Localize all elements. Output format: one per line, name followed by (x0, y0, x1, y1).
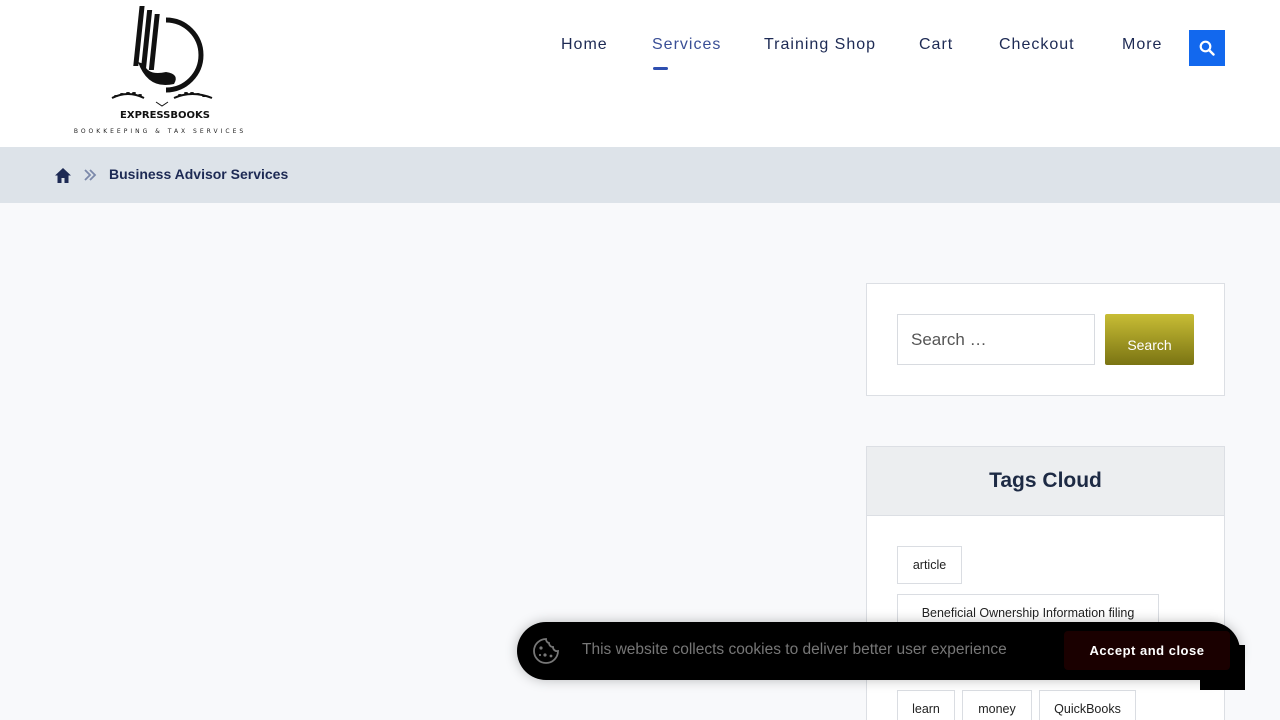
cookie-message: This website collects cookies to deliver… (582, 641, 1007, 658)
search-submit-button[interactable]: Search (1105, 314, 1194, 365)
tag-learn[interactable]: learn (897, 690, 955, 720)
search-input[interactable] (897, 314, 1095, 365)
header-search-button[interactable] (1189, 30, 1225, 66)
tag-money[interactable]: money (962, 690, 1032, 720)
active-nav-indicator (653, 67, 668, 70)
logo-name: EXPRESSBOOKS (120, 110, 210, 121)
double-chevron-right-icon (84, 169, 97, 181)
nav-training-shop[interactable]: Training Shop (764, 36, 876, 54)
home-icon[interactable] (54, 167, 72, 184)
breadcrumb-current: Business Advisor Services (109, 166, 289, 182)
tag-article[interactable]: article (897, 546, 962, 584)
sidebar-search-widget: Search (866, 283, 1225, 396)
site-logo[interactable]: EXPRESSBOOKS BOOKKEEPING & TAX SERVICES (64, 2, 256, 138)
cookie-icon (533, 638, 559, 664)
breadcrumb: Business Advisor Services (0, 147, 1280, 203)
nav-checkout[interactable]: Checkout (999, 36, 1075, 54)
search-icon (1199, 40, 1215, 56)
nav-services[interactable]: Services (652, 36, 721, 54)
logo-tagline: BOOKKEEPING & TAX SERVICES (73, 128, 247, 135)
nav-more[interactable]: More (1122, 36, 1162, 54)
tags-cloud-title: Tags Cloud (867, 447, 1224, 516)
cookie-banner: This website collects cookies to deliver… (517, 622, 1240, 680)
nav-home[interactable]: Home (561, 36, 608, 54)
logo-mark-icon (111, 6, 213, 107)
tag-quickbooks[interactable]: QuickBooks (1039, 690, 1136, 720)
site-header: EXPRESSBOOKS BOOKKEEPING & TAX SERVICES … (0, 0, 1280, 147)
nav-cart[interactable]: Cart (919, 36, 953, 54)
accept-cookies-button[interactable]: Accept and close (1064, 631, 1230, 670)
